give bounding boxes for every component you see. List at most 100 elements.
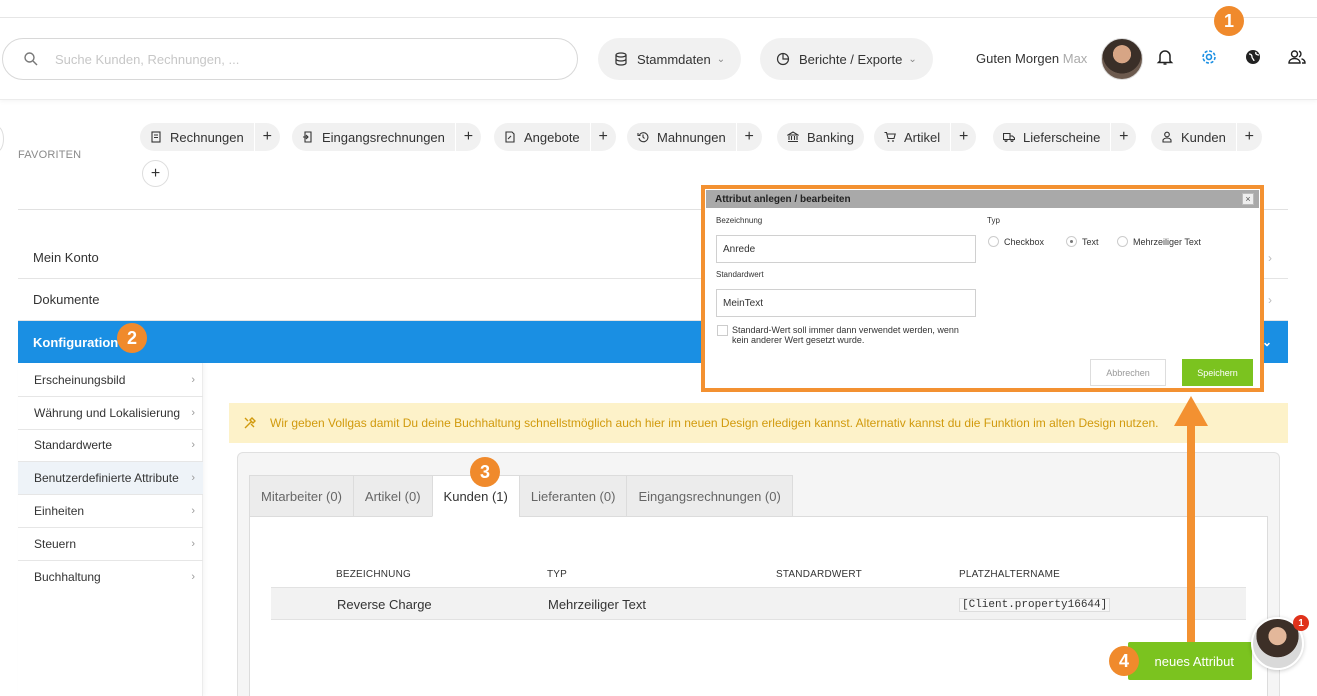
berichte-menu[interactable]: Berichte / Exporte ⌄: [760, 38, 933, 80]
fav-add-button[interactable]: +: [735, 123, 762, 151]
close-icon[interactable]: ×: [1242, 193, 1254, 205]
collapse-handle[interactable]: [0, 126, 4, 152]
notice-text: Wir geben Vollgas damit Du deine Buchhal…: [270, 416, 1159, 430]
fav-label: Rechnungen: [170, 129, 244, 145]
sidebar-item-buchhaltung[interactable]: Buchhaltung ›: [18, 560, 203, 593]
dialog-title: Attribut anlegen / bearbeiten: [706, 190, 1259, 208]
fav-add-button[interactable]: +: [1110, 123, 1136, 151]
fav-label: Angebote: [524, 129, 580, 145]
chevron-right-icon: ›: [191, 374, 195, 386]
search-icon: [24, 52, 38, 66]
default-checkbox[interactable]: [717, 325, 728, 336]
search-input[interactable]: [55, 51, 535, 67]
sidebar-item-label: Erscheinungsbild: [34, 373, 126, 387]
chevron-right-icon: ›: [1268, 292, 1272, 307]
sidebar-item-label: Standardwerte: [34, 438, 113, 452]
step-badge-4: 4: [1109, 646, 1139, 676]
bell-icon[interactable]: [1154, 46, 1176, 68]
radio-button[interactable]: [988, 236, 999, 247]
fav-add-button[interactable]: +: [950, 123, 976, 151]
avatar[interactable]: [1101, 38, 1143, 80]
fav-eingangsrechnungen[interactable]: Eingangsrechnungen +: [292, 123, 481, 151]
fav-banking[interactable]: Banking: [777, 123, 864, 151]
column-header-standardwert: STANDARDWERT: [776, 569, 862, 580]
radio-button[interactable]: [1117, 236, 1128, 247]
tab-bar: Mitarbeiter (0) Artikel (0) Kunden (1) L…: [249, 475, 793, 517]
radio-label: Mehrzeiliger Text: [1133, 236, 1201, 247]
tools-icon: [244, 417, 256, 429]
fav-mahnungen[interactable]: Mahnungen +: [627, 123, 762, 151]
fav-label: Mahnungen: [657, 129, 726, 145]
sidebar-item-einheiten[interactable]: Einheiten ›: [18, 495, 203, 528]
fav-rechnungen[interactable]: Rechnungen +: [140, 123, 280, 151]
top-bar: Stammdaten ⌄ Berichte / Exporte ⌄ Guten …: [0, 18, 1317, 100]
standardwert-label: Standardwert: [716, 270, 764, 279]
sidebar-item-label: Steuern: [34, 537, 77, 551]
chevron-right-icon: ›: [191, 538, 195, 550]
incoming-invoice-icon: [303, 131, 312, 143]
history-icon: [637, 132, 649, 143]
cell-typ: Mehrzeiliger Text: [548, 597, 647, 612]
chevron-down-icon: ⌄: [716, 53, 726, 65]
tab-mitarbeiter[interactable]: Mitarbeiter (0): [249, 475, 353, 517]
config-sidebar: Erscheinungsbild › Währung und Lokalisier…: [18, 363, 203, 696]
column-header-typ: TYP: [547, 569, 568, 580]
chevron-right-icon: ›: [191, 505, 195, 517]
accordion-label: Mein Konto: [33, 250, 99, 265]
greeting: Guten Morgen Max: [976, 51, 1087, 66]
fav-add-button[interactable]: +: [454, 123, 481, 151]
fav-add-button[interactable]: +: [253, 123, 280, 151]
column-header-bezeichnung: BEZEICHNUNG: [336, 569, 411, 580]
cancel-button[interactable]: Abbrechen: [1090, 359, 1166, 386]
accordion-label: Konfiguration: [33, 334, 119, 350]
fav-label: Kunden: [1181, 129, 1226, 145]
chevron-right-icon: ›: [1268, 250, 1272, 265]
invoice-icon: [151, 131, 161, 143]
sidebar-item-erscheinungsbild[interactable]: Erscheinungsbild ›: [18, 364, 203, 397]
column-header-platzhaltername: PLATZHALTERNAME: [959, 569, 1060, 580]
cell-platzhalter: [Client.property16644]: [959, 598, 1111, 612]
tab-artikel[interactable]: Artikel (0): [352, 475, 432, 517]
fav-artikel[interactable]: Artikel +: [874, 123, 977, 151]
annotation-arrow-head: [1174, 396, 1208, 426]
chat-badge: 1: [1293, 615, 1309, 631]
save-button[interactable]: Speichern: [1182, 359, 1253, 386]
globe-icon[interactable]: [1242, 46, 1264, 68]
sidebar-item-steuern[interactable]: Steuern ›: [18, 528, 203, 561]
bezeichnung-field[interactable]: [716, 235, 976, 263]
fav-add-button[interactable]: +: [589, 123, 616, 151]
fav-lieferscheine[interactable]: Lieferscheine +: [993, 123, 1137, 151]
sidebar-item-benutzerdefinierte-attribute[interactable]: Benutzerdefinierte Attribute ›: [18, 462, 203, 495]
radio-button[interactable]: [1066, 236, 1077, 247]
radio-checkbox[interactable]: Checkbox: [988, 236, 1044, 247]
radio-text[interactable]: Text: [1066, 236, 1099, 247]
chevron-down-icon: ⌄: [908, 53, 917, 65]
database-icon: [615, 52, 627, 66]
default-checkbox-label: Standard-Wert soll immer dann verwendet …: [732, 325, 959, 345]
chevron-right-icon: ›: [191, 439, 195, 451]
radio-label: Checkbox: [1004, 236, 1045, 247]
search-box[interactable]: [2, 38, 578, 80]
stammdaten-menu[interactable]: Stammdaten ⌄: [598, 38, 742, 80]
radio-mehrzeiliger-text[interactable]: Mehrzeiliger Text: [1117, 236, 1201, 247]
fav-angebote[interactable]: Angebote +: [494, 123, 616, 151]
sidebar-item-label: Einheiten: [34, 504, 85, 518]
add-favorite-button[interactable]: +: [142, 160, 169, 187]
pie-chart-icon: [776, 52, 790, 66]
sidebar-item-label: Währung und Lokalisierung: [34, 406, 181, 420]
tab-eingangsrechnungen[interactable]: Eingangsrechnungen (0): [626, 475, 793, 517]
tab-lieferanten[interactable]: Lieferanten (0): [518, 475, 627, 517]
users-icon[interactable]: [1286, 46, 1308, 68]
fav-add-button[interactable]: +: [1235, 123, 1262, 151]
step-badge-2: 2: [117, 323, 147, 353]
notice-banner: Wir geben Vollgas damit Du deine Buchhal…: [229, 403, 1288, 443]
gear-icon[interactable]: [1198, 46, 1220, 68]
sidebar-item-waehrung[interactable]: Währung und Lokalisierung ›: [18, 397, 203, 430]
user-icon: [1162, 131, 1172, 143]
sidebar-item-standardwerte[interactable]: Standardwerte ›: [18, 429, 203, 462]
standardwert-field[interactable]: [716, 289, 976, 317]
fav-kunden[interactable]: Kunden +: [1151, 123, 1262, 151]
chevron-right-icon: ›: [191, 407, 195, 419]
sidebar-item-label: Buchhaltung: [34, 569, 101, 584]
new-attribute-button[interactable]: neues Attribut: [1128, 642, 1252, 680]
